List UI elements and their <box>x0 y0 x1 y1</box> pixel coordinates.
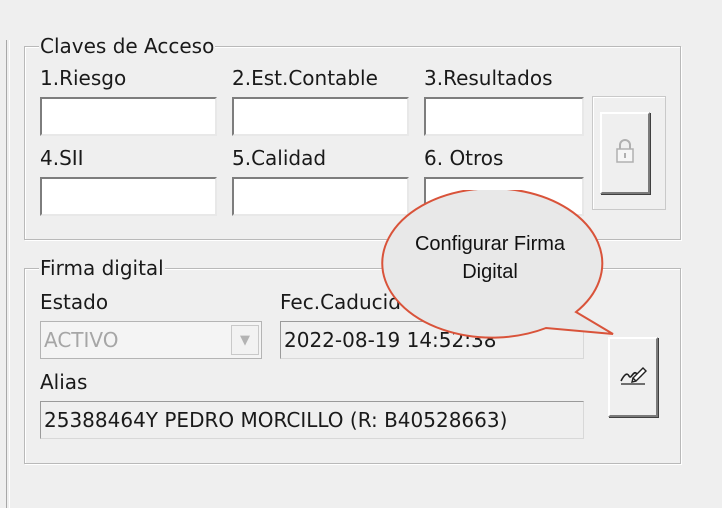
tooltip-line-2: Digital <box>462 261 518 283</box>
status-select[interactable]: ACTIVO ▼ <box>40 321 262 359</box>
access-keys-title: Claves de Acceso <box>39 34 216 58</box>
label-resultados: 3.Resultados <box>424 66 553 90</box>
status-label: Estado <box>40 290 109 314</box>
label-sii: 4.SII <box>40 146 84 170</box>
tooltip-text: Configurar Firma Digital <box>392 230 588 286</box>
tooltip-line-1: Configurar Firma <box>414 233 566 255</box>
lock-button[interactable] <box>600 112 650 194</box>
chevron-down-icon[interactable]: ▼ <box>231 325 259 355</box>
label-est-contable: 2.Est.Contable <box>232 66 378 90</box>
alias-label: Alias <box>40 370 88 394</box>
label-otros: 6. Otros <box>424 146 504 170</box>
tooltip-callout: Configurar Firma Digital <box>378 190 618 340</box>
lock-icon <box>614 137 636 169</box>
est-contable-input[interactable] <box>232 97 409 136</box>
label-calidad: 5.Calidad <box>232 146 327 170</box>
resultados-input[interactable] <box>424 97 584 136</box>
digital-signature-title: Firma digital <box>39 256 165 280</box>
riesgo-input[interactable] <box>40 97 217 136</box>
label-riesgo: 1.Riesgo <box>40 66 127 90</box>
alias-field: 25388464Y PEDRO MORCILLO (R: B40528663) <box>40 401 584 439</box>
configure-signature-button[interactable] <box>608 337 658 417</box>
signature-pen-icon <box>619 364 647 390</box>
status-select-value: ACTIVO <box>44 328 119 352</box>
left-panel-divider <box>6 40 10 508</box>
sii-input[interactable] <box>40 177 217 216</box>
